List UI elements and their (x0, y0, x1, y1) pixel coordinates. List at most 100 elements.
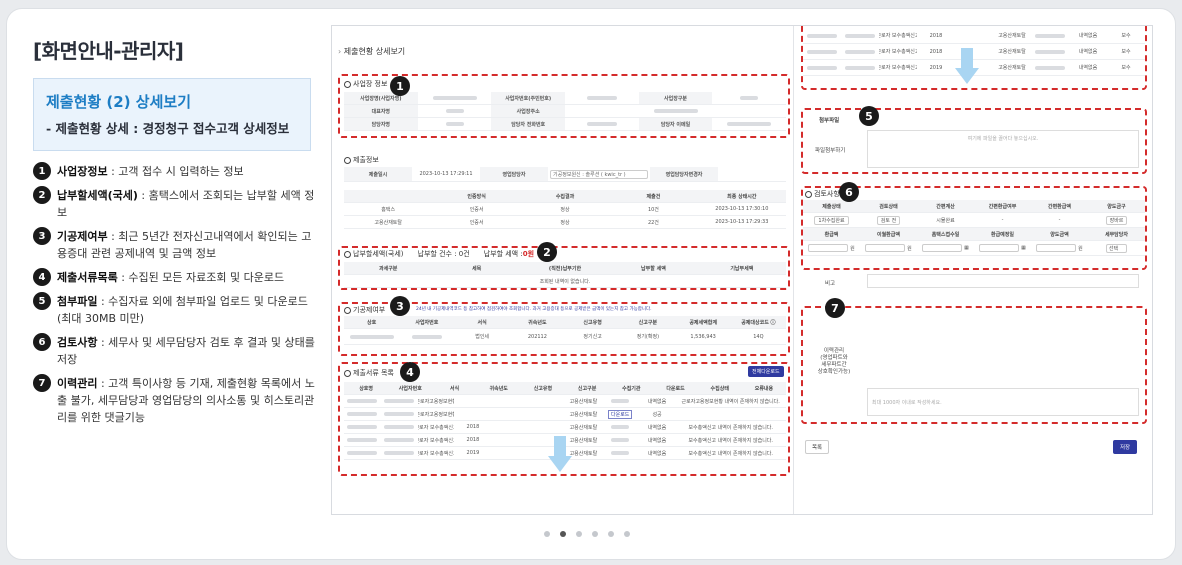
table-cell: 22건 (647, 219, 659, 226)
submit-rows: 인증방식 수집결과 제출건 최종 상태시간 홈택스 인증서 정상 10건 2023-10-13 … (344, 190, 787, 229)
download-button[interactable]: 다운로드 (608, 409, 633, 419)
table-cell: 고용산재토탈 (998, 49, 1026, 55)
column-header: 서식 (454, 316, 510, 328)
calendar-icon[interactable]: ▦ (1021, 245, 1026, 251)
review-input[interactable] (865, 244, 906, 252)
column-header: 제출상태 (803, 200, 860, 212)
review-field[interactable]: 검토 전 (876, 215, 901, 225)
review-input[interactable] (922, 244, 963, 252)
download-cell[interactable] (602, 447, 639, 459)
table-cell: 2023-10-13 17:29:33 (715, 219, 769, 225)
table-cell: 정상 (560, 206, 570, 213)
sales-manager-select[interactable]: 기공정보원신 : 솔루션 ( kwic_tr ) (550, 169, 648, 179)
guide-item-text: 사업장정보 : 고객 접수 시 입력하는 정보 (57, 163, 244, 180)
note-input[interactable] (867, 274, 1139, 288)
redacted-text (1035, 33, 1065, 38)
unit-label: 원 (1078, 245, 1083, 252)
table-cell: 10건 (647, 206, 659, 213)
guide-item: 4 제출서류목록 : 수집된 모든 자료조회 및 다운로드 (33, 268, 319, 286)
guide-item-desc: : 수집된 모든 자료조회 및 다운로드 (117, 271, 285, 284)
table-cell (491, 421, 528, 433)
guide-header: [화면안내-관리자] (33, 39, 184, 63)
table-cell (528, 395, 565, 407)
redacted-text (347, 451, 378, 455)
download-all-button[interactable]: 전체다운로드 (748, 366, 784, 377)
download-cell[interactable] (602, 434, 639, 446)
badge-6: 6 (839, 182, 859, 202)
business-info-table: 사업장명(사업자명) 사업자번호(주민번호) 사업장구분 대표자명 사업장주소 담당자… (344, 92, 786, 131)
column-header: 귀속년도 (476, 382, 521, 394)
review-field[interactable]: 장바르 (1105, 215, 1128, 225)
review-cell[interactable]: 검토 전 (860, 213, 917, 227)
review-cell: 시뮬완료 (917, 213, 974, 227)
column-header: 환급액 (803, 228, 860, 240)
guide-number-badge: 6 (33, 333, 51, 351)
pagination-dot[interactable] (576, 531, 582, 537)
download-cell[interactable] (602, 421, 639, 433)
review-input[interactable] (808, 244, 849, 252)
table-cell (1031, 28, 1069, 43)
review-input[interactable] (1036, 244, 1077, 252)
table-cell (344, 408, 381, 420)
review-field[interactable]: 1차수집완료 (814, 215, 849, 225)
disabled-download (611, 438, 630, 442)
history-comment-input[interactable]: 최대 1000자 이내로 작성하세요. (867, 388, 1139, 416)
review-input-cell[interactable]: ▦ (974, 241, 1031, 255)
table-row: 고용산재토탈 인증서 정상 22건 2023-10-13 17:29:33 (344, 216, 786, 229)
guide-subtitle: - 제출현황 상세 : 경정청구 접수고객 상세정보 (46, 121, 290, 136)
guide-item-desc: : 고객 접수 시 입력하는 정보 (107, 165, 244, 178)
table-cell (344, 395, 381, 407)
pagination-dot[interactable] (560, 531, 566, 537)
table-cell: 근로자 보수총액신고 (418, 424, 455, 431)
table-cell (381, 408, 418, 420)
column-header: 신고유형 (520, 382, 566, 394)
review-field: 시뮬완료 (936, 217, 955, 224)
review-cell[interactable]: 장바르 (1088, 213, 1145, 227)
redacted-text (411, 334, 442, 339)
review-input-cell[interactable]: 선택 (1088, 241, 1145, 255)
guide-item-text: 이력관리 : 고객 특이사항 등 기재, 제출현황 목록에서 노출 불가, 세무… (57, 375, 319, 426)
column-header: 신고구분 (620, 316, 676, 328)
column-header: 간편계산 (917, 200, 974, 212)
pagination-dot[interactable] (624, 531, 630, 537)
column-header: 서식 (432, 382, 477, 394)
table-cell: 14Q (753, 333, 764, 340)
table-cell: 근로자 보수총액신고 (418, 450, 455, 457)
review-input-cell[interactable]: 원 (860, 241, 917, 255)
table-cell: 1,536,943 (690, 333, 716, 340)
review-input[interactable] (979, 244, 1020, 252)
file-drop-zone[interactable]: 여기에 파일을 끌어다 놓으십시오. (867, 130, 1139, 168)
unit-label: 원 (850, 245, 855, 252)
column-header: 오류내용 (741, 382, 787, 394)
manager-select[interactable]: 선택 (1105, 243, 1128, 253)
column-header: 이월환급액 (860, 228, 917, 240)
pagination-dot[interactable] (544, 531, 550, 537)
column-header: 공제대상코드 ⓘ (730, 316, 786, 328)
table-cell: 보수총액신고 내역이 존재하지 않습니다. (688, 437, 773, 444)
table-cell: 홈택스 (381, 206, 396, 213)
screen-left-column: 제출현황 상세보기 사업장 정보 1 사업장명(사업자명)사업자번호(주민번호)… (332, 26, 794, 514)
badge-7: 7 (825, 298, 845, 318)
table-cell (841, 44, 879, 59)
redacted-text (347, 399, 378, 403)
review-input-cell[interactable]: ▦ (917, 241, 974, 255)
review-table: 제출상태 검토상태 간편계산 간편환급여부 간편환급액 양도금구 1차수집완료 검토 전 시뮬… (803, 200, 1145, 256)
column-header: 신고구분 (565, 382, 610, 394)
section1-title: 사업장 정보 (344, 79, 390, 89)
redacted-text (384, 399, 415, 403)
pagination-dot[interactable] (608, 531, 614, 537)
pagination-dot[interactable] (592, 531, 598, 537)
calendar-icon[interactable]: ▦ (964, 245, 969, 251)
review-cell[interactable]: 1차수집완료 (803, 213, 860, 227)
download-cell[interactable] (602, 395, 639, 407)
review-input-cell[interactable]: 원 (803, 241, 860, 255)
column-header: 간편환급액 (1031, 200, 1088, 212)
review-input-cell[interactable]: 원 (1031, 241, 1088, 255)
table-cell: 고용산재토탈 (374, 219, 402, 226)
list-button[interactable]: 목록 (805, 440, 830, 454)
badge-4: 4 (400, 362, 420, 382)
table-cell: 보수 (1121, 49, 1131, 55)
save-button[interactable]: 저장 (1113, 440, 1138, 454)
download-cell[interactable]: 다운로드 (602, 408, 639, 420)
guide-item: 5 첨부파일 : 수집자료 외에 첨부파일 업로드 및 다운로드 (최대 30MB… (33, 292, 319, 327)
